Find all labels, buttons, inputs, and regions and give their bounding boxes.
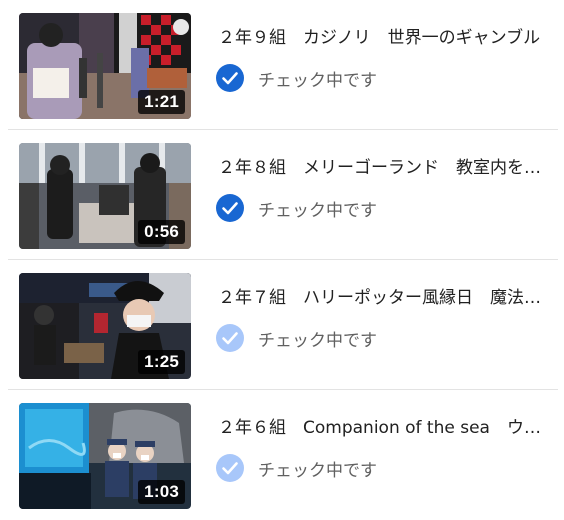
video-list-item[interactable]: 0:56 ２年８組 メリーゴーランド 教室内を回る チェック中です xyxy=(0,130,564,260)
video-thumbnail[interactable]: 1:03 xyxy=(19,403,191,509)
check-circle-icon xyxy=(216,194,244,222)
video-list-item[interactable]: 1:25 ２年７組 ハリーポッター風縁日 魔法の世界 チェック中です xyxy=(0,260,564,390)
video-title[interactable]: ２年６組 Companion of the sea ウミガメ xyxy=(218,416,548,440)
status-indicator: チェック中です xyxy=(216,323,377,353)
video-title[interactable]: ２年７組 ハリーポッター風縁日 魔法の世界 xyxy=(218,286,548,310)
list-divider xyxy=(8,389,558,390)
status-indicator: チェック中です xyxy=(216,63,377,93)
check-circle-icon xyxy=(216,64,244,92)
list-divider xyxy=(8,129,558,130)
video-list-item[interactable]: 1:21 ２年９組 カジノリ 世界一のギャンブル チェック中です xyxy=(0,0,564,130)
video-list-item[interactable]: 1:03 ２年６組 Companion of the sea ウミガメ チェック… xyxy=(0,390,564,520)
video-duration: 1:25 xyxy=(138,350,185,374)
video-thumbnail[interactable]: 0:56 xyxy=(19,143,191,249)
video-title[interactable]: ２年９組 カジノリ 世界一のギャンブル xyxy=(218,26,548,50)
video-title[interactable]: ２年８組 メリーゴーランド 教室内を回る xyxy=(218,156,548,180)
check-circle-icon xyxy=(216,324,244,352)
status-text: チェック中です xyxy=(258,200,377,221)
video-duration: 1:03 xyxy=(138,480,185,504)
status-indicator: チェック中です xyxy=(216,193,377,223)
video-thumbnail[interactable]: 1:21 xyxy=(19,13,191,119)
status-text: チェック中です xyxy=(258,460,377,481)
check-circle-icon xyxy=(216,454,244,482)
video-thumbnail[interactable]: 1:25 xyxy=(19,273,191,379)
video-duration: 1:21 xyxy=(138,90,185,114)
list-divider xyxy=(8,259,558,260)
video-duration: 0:56 xyxy=(138,220,185,244)
status-text: チェック中です xyxy=(258,70,377,91)
status-text: チェック中です xyxy=(258,330,377,351)
status-indicator: チェック中です xyxy=(216,453,377,483)
